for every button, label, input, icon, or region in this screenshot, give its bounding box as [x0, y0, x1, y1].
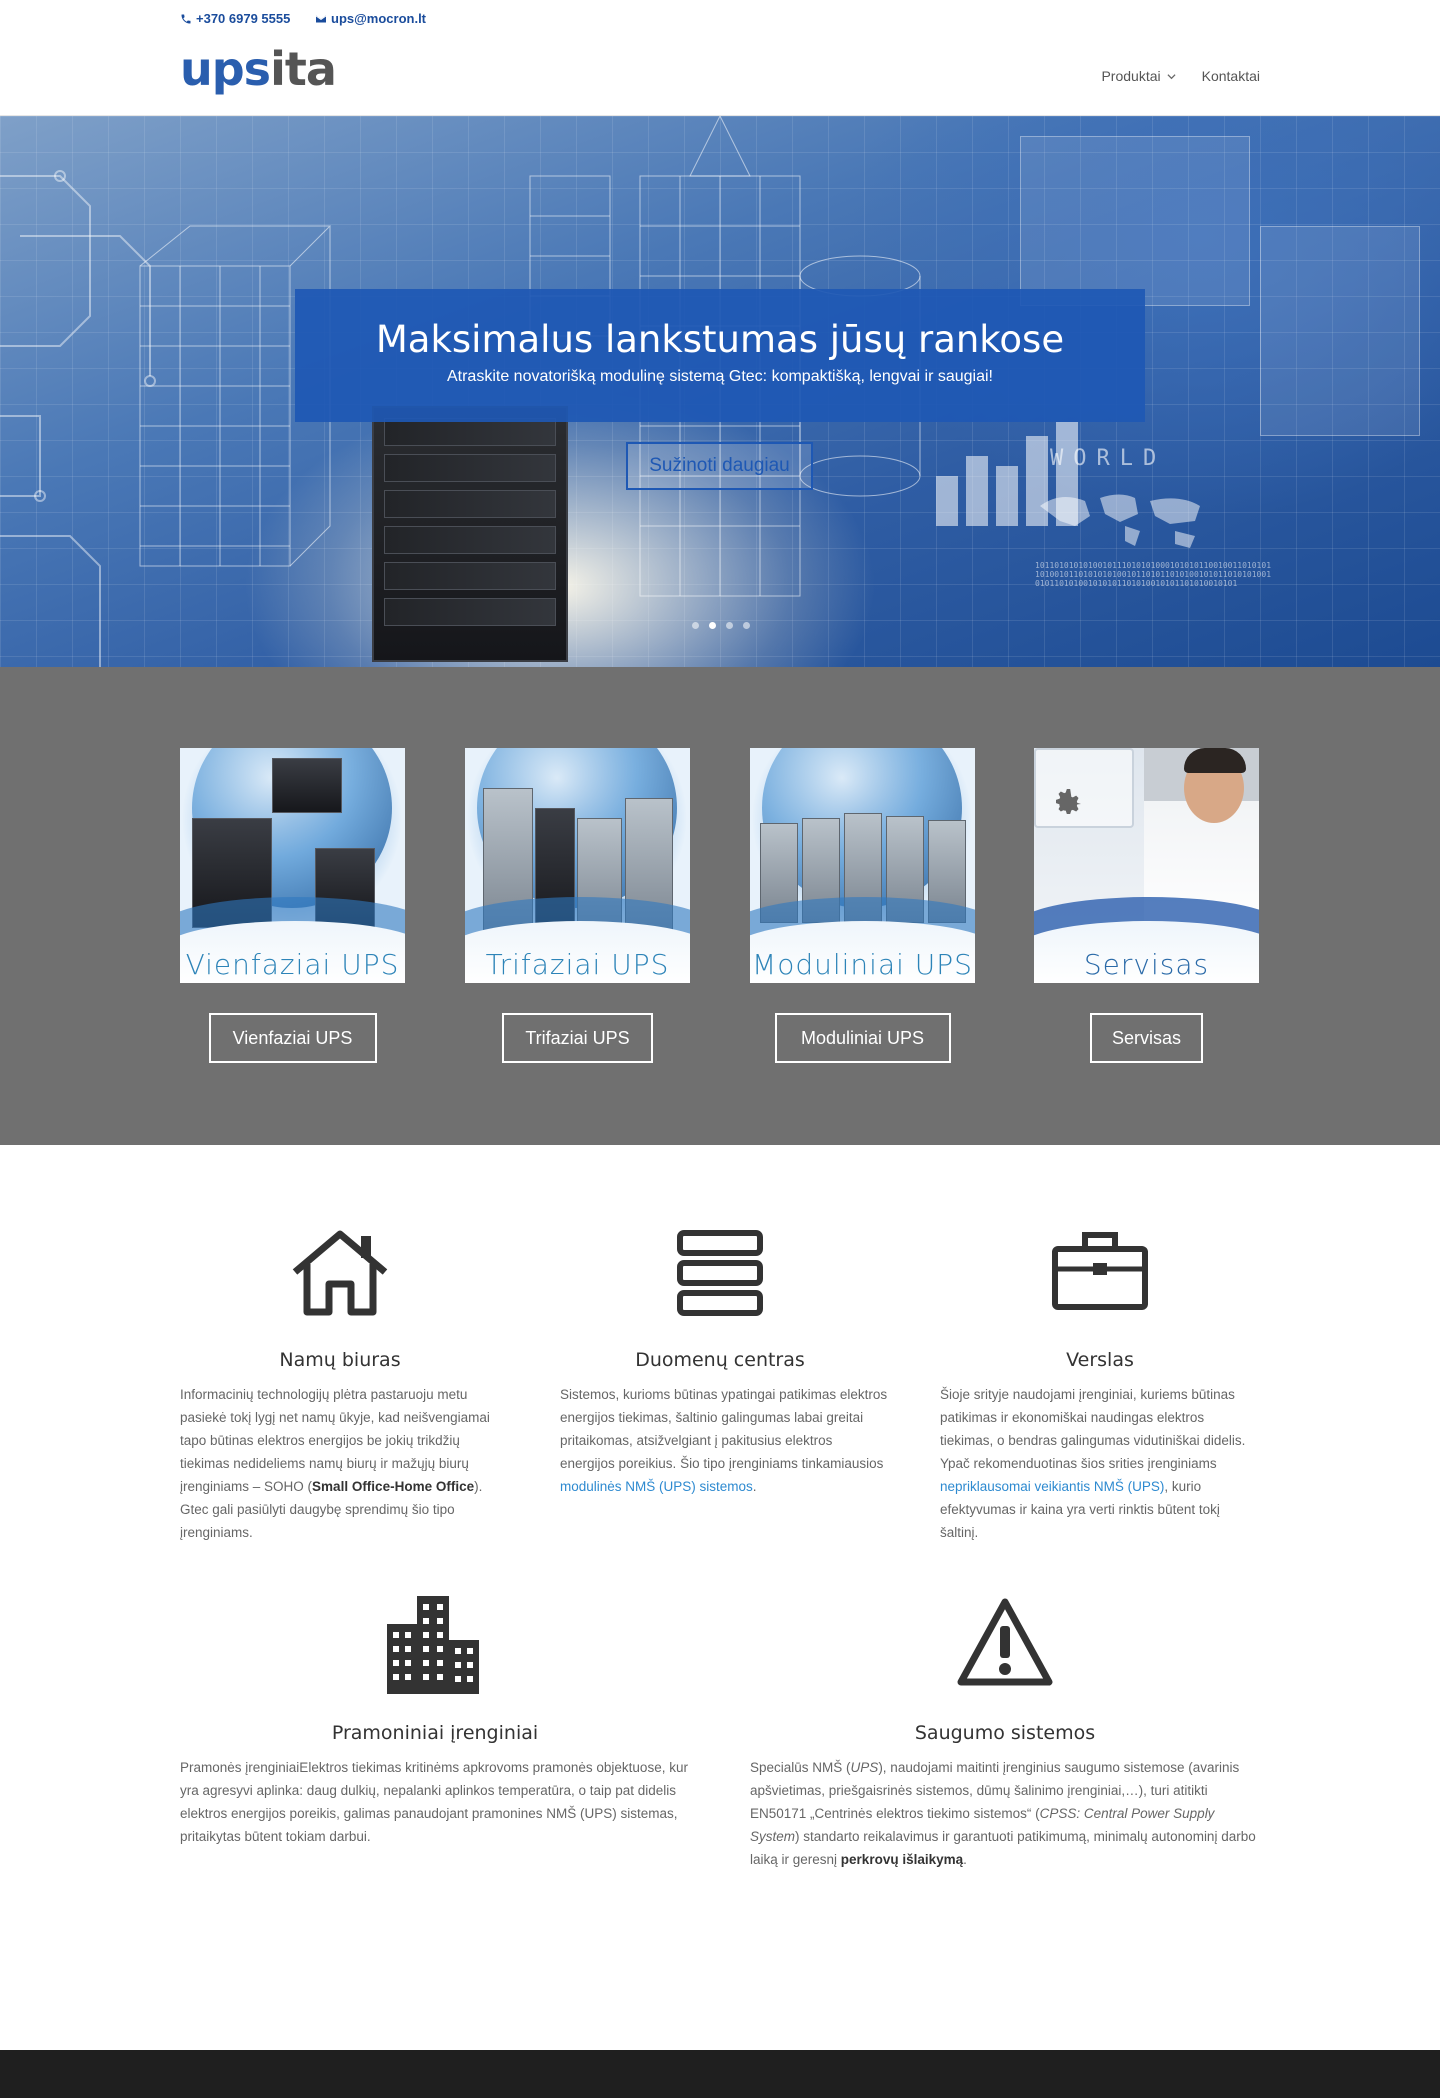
product-image[interactable]: Trifaziai UPS	[465, 748, 690, 983]
top-bar: +370 6979 5555 ups@mocron.lt	[0, 0, 1440, 38]
site-header: upsita Produktai Kontaktai	[0, 38, 1440, 116]
slider-dots	[692, 622, 750, 629]
nav-item-label: Kontaktai	[1201, 68, 1260, 84]
slider-dot[interactable]	[743, 622, 750, 629]
product-card-servisas: Servisas Servisas	[1034, 748, 1259, 1063]
slider-dot[interactable]	[692, 622, 699, 629]
gear-icon	[1056, 789, 1081, 814]
feature-text: Specialūs NMŠ (UPS), naudojami maitinti …	[750, 1760, 1256, 1867]
buildings-icon	[387, 1596, 479, 1694]
learn-more-button[interactable]: Sužinoti daugiau	[626, 442, 813, 490]
feature-title: Verslas	[1066, 1349, 1134, 1371]
phone-contact[interactable]: +370 6979 5555	[180, 11, 290, 26]
product-image[interactable]: Moduliniai UPS	[750, 748, 975, 983]
nav-item-label: Produktai	[1101, 68, 1161, 84]
product-card-trifaziai: Trifaziai UPS Trifaziai UPS	[465, 748, 690, 1063]
feature-text: Pramonės įrenginiaiElektros tiekimas kri…	[180, 1760, 688, 1844]
briefcase-icon	[1052, 1232, 1148, 1310]
server-stack-icon	[677, 1230, 763, 1316]
product-button-servisas[interactable]: Servisas	[1090, 1013, 1203, 1063]
product-button-trifaziai[interactable]: Trifaziai UPS	[502, 1013, 653, 1063]
logo-part-ita: ita	[270, 42, 337, 96]
email-address: ups@mocron.lt	[331, 11, 427, 26]
slider-dot-active[interactable]	[709, 622, 716, 629]
feature-text: Informacinių technologijų plėtra pastaru…	[180, 1387, 490, 1540]
slider-dot[interactable]	[726, 622, 733, 629]
main-nav: Produktai Kontaktai	[1101, 68, 1260, 84]
logo-part-ups: ups	[180, 42, 271, 96]
nav-item-produktai[interactable]: Produktai	[1101, 68, 1176, 84]
feature-title: Pramoniniai įrenginiai	[331, 1722, 539, 1744]
chevron-down-icon	[1167, 73, 1176, 79]
nav-item-kontaktai[interactable]: Kontaktai	[1202, 68, 1260, 84]
hero-ui-panel	[1020, 136, 1250, 306]
hero-subtitle: Atraskite novatorišką modulinę sistemą G…	[446, 368, 993, 385]
hero-caption-box: Maksimalus lankstumas jūsų rankose Atras…	[295, 289, 1145, 422]
product-image-caption: Vienfaziai UPS	[185, 948, 400, 981]
product-image[interactable]: Vienfaziai UPS	[180, 748, 405, 983]
product-image-caption: Servisas	[1083, 948, 1210, 981]
person-hair	[1184, 748, 1246, 773]
product-card-vienfaziai: Vienfaziai UPS Vienfaziai UPS	[180, 748, 405, 1063]
house-icon	[292, 1230, 388, 1316]
hero-slider: WORLD 1011010101010010111010101000101010…	[0, 116, 1440, 667]
world-map-icon	[1040, 494, 1200, 548]
email-contact[interactable]: ups@mocron.lt	[315, 11, 426, 26]
hero-title: Maksimalus lankstumas jūsų rankose	[375, 318, 1065, 361]
product-image-caption: Moduliniai UPS	[752, 948, 973, 981]
hero-ui-panel	[1260, 226, 1420, 436]
feature-title: Saugumo sistemos	[914, 1722, 1096, 1744]
standalone-ups-link[interactable]: nepriklausomai veikiantis NMŠ (UPS)	[940, 1479, 1164, 1494]
footer-bar	[0, 2050, 1440, 2098]
product-button-moduliniai[interactable]: Moduliniai UPS	[774, 1013, 951, 1063]
phone-number: +370 6979 5555	[196, 11, 291, 26]
hero-binary-text: 1011010101010010111010101000101010110010…	[1035, 561, 1272, 588]
modular-ups-link[interactable]: modulinės NMŠ (UPS) sistemos	[560, 1479, 753, 1494]
warning-icon	[957, 1598, 1053, 1686]
phone-icon	[181, 14, 191, 23]
product-button-vienfaziai[interactable]: Vienfaziai UPS	[208, 1013, 377, 1063]
products-section: Vienfaziai UPS Vienfaziai UPS Trifaziai …	[0, 667, 1440, 1145]
product-image[interactable]: Servisas	[1034, 748, 1259, 983]
feature-title: Namų biuras	[279, 1349, 401, 1371]
feature-text: Sistemos, kurioms būtinas ypatingai pati…	[560, 1387, 888, 1494]
envelope-icon	[315, 15, 327, 22]
feature-title: Duomenų centras	[635, 1349, 805, 1371]
product-card-moduliniai: Moduliniai UPS Moduliniai UPS	[750, 748, 975, 1063]
site-logo[interactable]: upsita	[180, 46, 337, 92]
feature-text: Šioje srityje naudojami įrenginiai, kuri…	[940, 1387, 1246, 1540]
hero-world-text: WORLD	[1050, 446, 1167, 471]
product-image-caption: Trifaziai UPS	[485, 948, 670, 981]
hero-ups-cabinet-image	[372, 406, 568, 662]
